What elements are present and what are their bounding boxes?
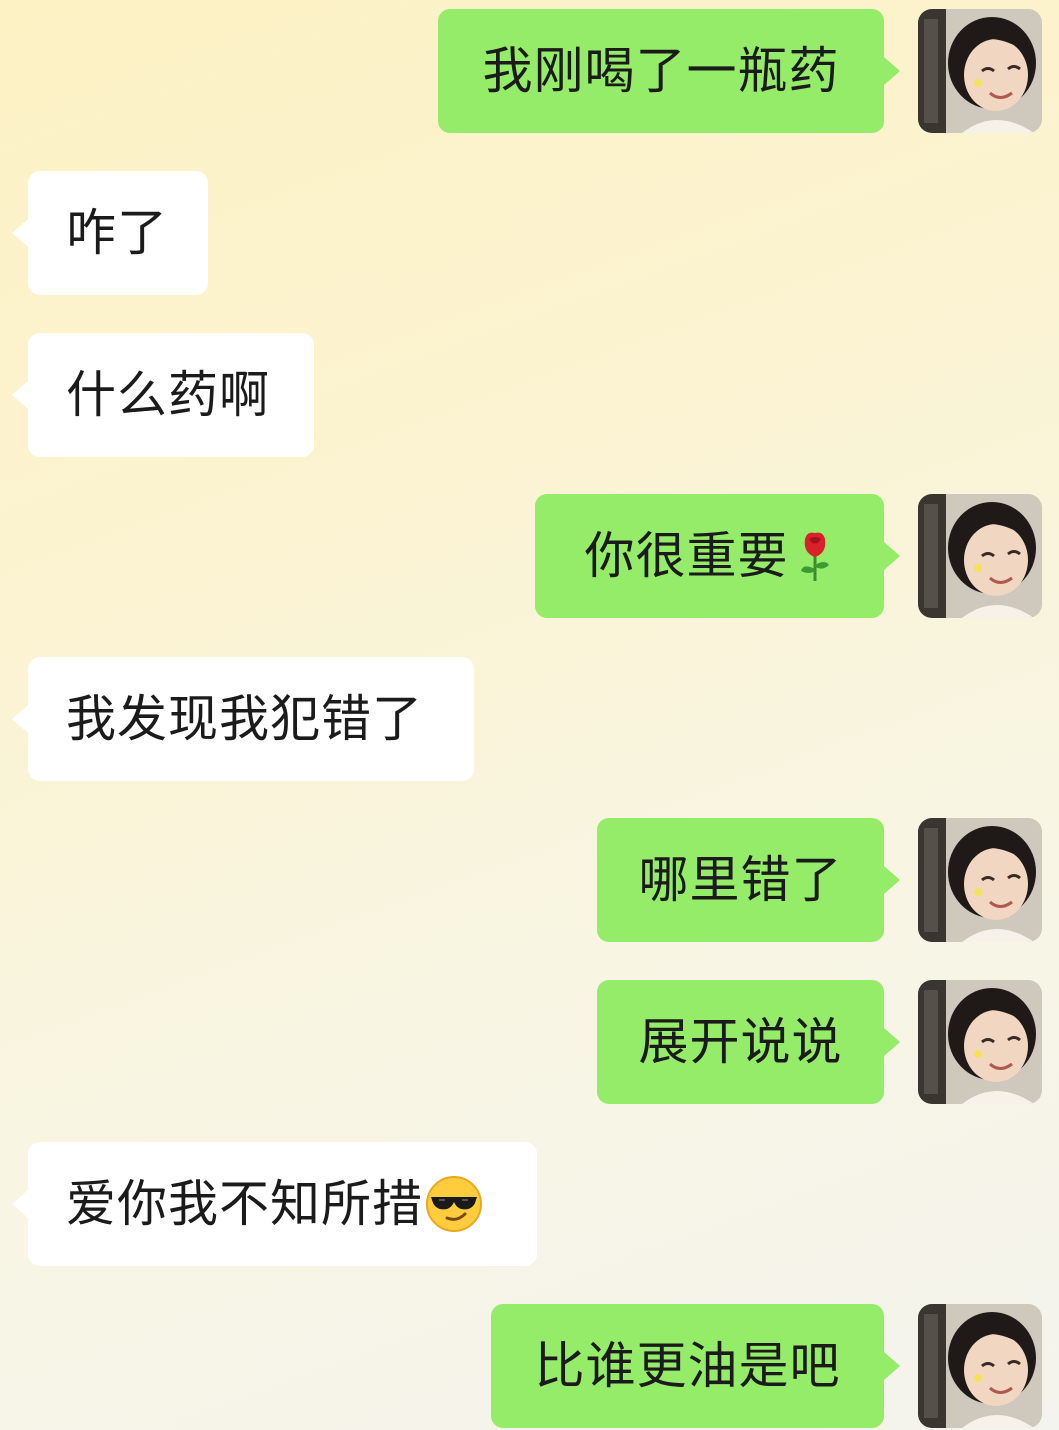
bubble-tail [884,542,900,570]
message-row-incoming: 什么药啊 [0,333,1059,457]
avatar-photo-icon [918,818,1042,942]
bubble-tail [12,705,28,733]
message-bubble-outgoing[interactable]: 我刚喝了一瓶药 [438,9,884,133]
message-row-incoming: 咋了 [0,171,1059,295]
avatar[interactable] [918,818,1042,942]
message-bubble-incoming[interactable]: 咋了 [28,171,208,295]
bubble-tail [12,219,28,247]
message-text: 什么药啊 [66,366,270,424]
bubble-tail [884,1352,900,1380]
message-text: 爱你我不知所措 [66,1175,423,1233]
bubble-tail [12,381,28,409]
message-text: 你很重要 [584,527,789,585]
avatar-photo-icon [918,9,1042,133]
message-text: 咋了 [66,204,168,262]
bubble-tail [12,1190,28,1218]
message-text: 哪里错了 [638,851,843,909]
message-bubble-outgoing[interactable]: 展开说说 [597,980,884,1104]
bubble-tail [884,57,900,85]
message-text: 我发现我犯错了 [66,690,423,748]
message-row-incoming: 我发现我犯错了 [0,657,1059,781]
avatar-photo-icon [918,980,1042,1104]
avatar[interactable] [918,980,1042,1104]
message-text: 我刚喝了一瓶药 [482,42,840,100]
chat-message-list[interactable]: 我刚喝了一瓶药 咋了 什么药啊 你很重要 我发现我犯错了 哪里错了 展开说说 爱… [0,0,1059,1430]
bubble-tail [884,1028,900,1056]
message-row-outgoing: 哪里错了 [0,818,1059,942]
avatar-photo-icon [918,494,1042,618]
message-bubble-outgoing[interactable]: 哪里错了 [597,818,884,942]
avatar[interactable] [918,9,1042,133]
rose-emoji-icon [795,529,835,583]
message-text: 比谁更油是吧 [534,1337,841,1395]
message-text: 展开说说 [638,1013,843,1071]
message-bubble-incoming[interactable]: 爱你我不知所措 [28,1142,537,1266]
bubble-tail [884,866,900,894]
message-row-outgoing: 我刚喝了一瓶药 [0,9,1059,133]
sunglasses-emoji-icon [425,1175,483,1233]
message-row-incoming: 爱你我不知所措 [0,1142,1059,1266]
message-bubble-incoming[interactable]: 我发现我犯错了 [28,657,474,781]
avatar[interactable] [918,494,1042,618]
message-bubble-incoming[interactable]: 什么药啊 [28,333,314,457]
message-bubble-outgoing[interactable]: 比谁更油是吧 [491,1304,884,1428]
avatar[interactable] [918,1304,1042,1428]
avatar-photo-icon [918,1304,1042,1428]
message-row-outgoing: 展开说说 [0,980,1059,1104]
message-bubble-outgoing[interactable]: 你很重要 [535,494,884,618]
message-row-outgoing: 比谁更油是吧 [0,1304,1059,1428]
message-row-outgoing: 你很重要 [0,494,1059,618]
